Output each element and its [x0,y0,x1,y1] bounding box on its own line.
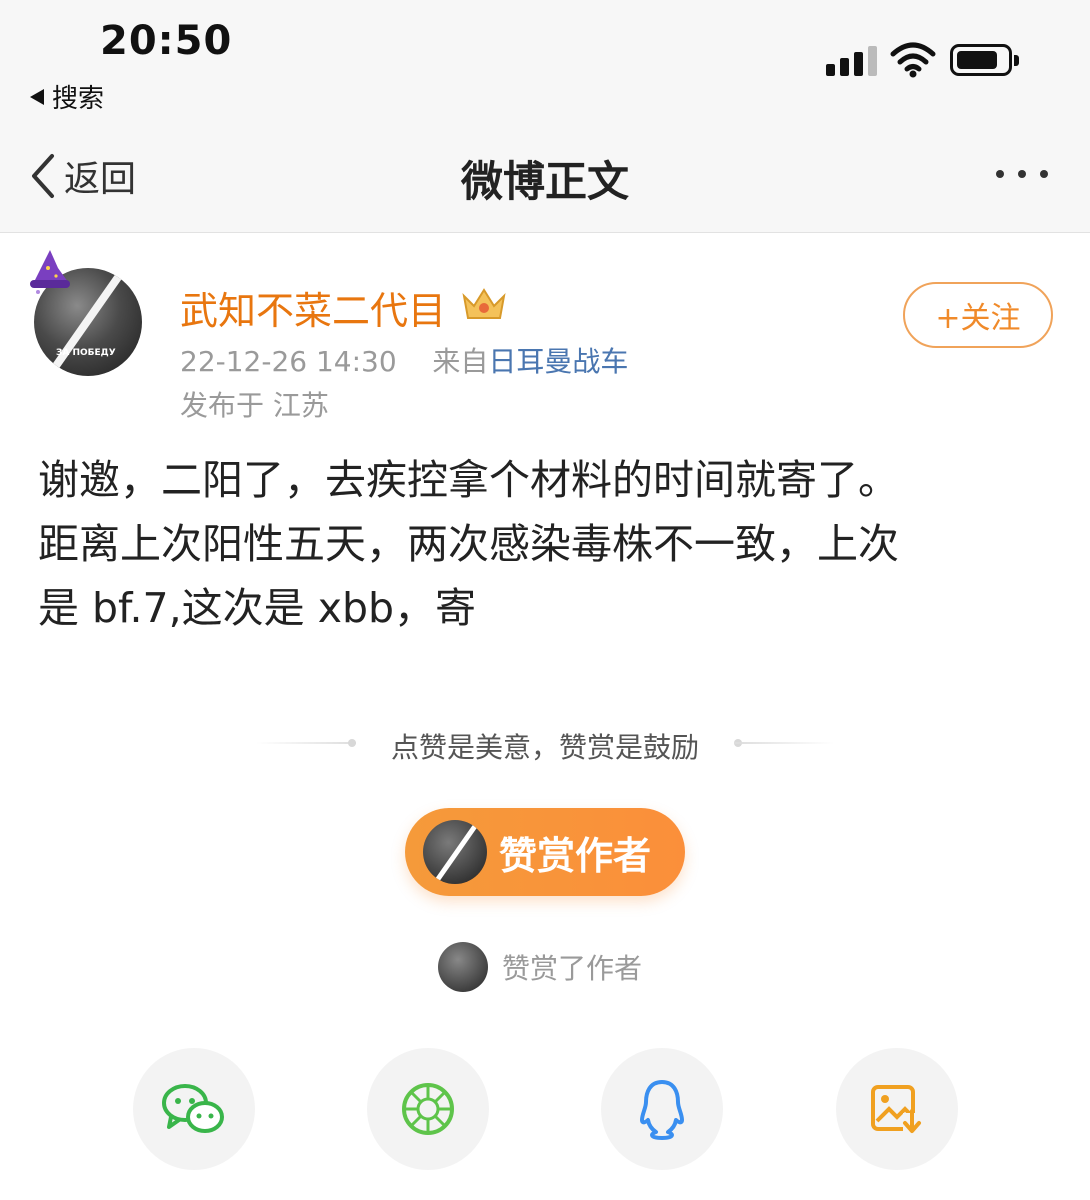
crown-badge-icon [462,288,506,319]
rewarded-text: 赞赏了作者 [502,952,643,985]
avatar-caption: ЗА ПОБЕДУ [56,348,116,358]
post-meta: 22-12-26 14:30 来自日耳曼战车 [180,340,628,380]
wifi-icon [890,42,936,78]
follow-button[interactable]: +关注 [903,282,1053,348]
back-to-search[interactable]: 搜索 [30,78,104,115]
share-moments-button[interactable] [367,1048,489,1170]
more-options-icon[interactable] [996,170,1048,178]
divider-right [734,742,834,744]
reward-tagline: 点赞是美意，赞赏是鼓励 [390,731,699,764]
post-location: 发布于 江苏 [180,389,329,422]
reward-author-button[interactable]: 赞赏作者 [405,808,685,896]
qq-icon [640,1080,684,1140]
rewarded-users[interactable]: 赞赏了作者 [438,942,642,992]
share-wechat-button[interactable] [133,1048,255,1170]
signal-icon [826,46,878,76]
moments-icon [402,1083,454,1135]
back-triangle-icon [30,88,44,105]
author-name[interactable]: 武知不菜二代目 [180,280,446,335]
battery-icon [950,44,1019,76]
reward-button-label: 赞赏作者 [499,833,652,878]
source-prefix: 来自 [432,345,489,378]
reward-avatar [423,820,487,884]
post-content: 谢邀，二阳了，去疾控拿个材料的时间就寄了。 距离上次阳性五天，两次感染毒株不一致… [38,456,899,632]
status-time: 20:50 [100,18,233,64]
page-title: 微博正文 [460,157,629,206]
share-qq-button[interactable] [601,1048,723,1170]
wechat-icon [162,1084,224,1133]
post-source-link[interactable]: 日耳曼战车 [488,345,628,378]
share-save-image-button[interactable] [836,1048,958,1170]
back-app-label: 搜索 [52,84,105,114]
wizard-badge-icon [30,250,70,294]
rewarder-avatar [438,942,488,992]
save-image-icon [871,1085,921,1133]
post-timestamp: 22-12-26 14:30 [180,345,397,378]
